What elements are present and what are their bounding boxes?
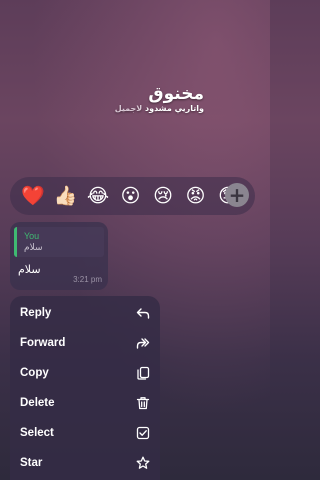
heart-icon[interactable]: ❤️	[18, 181, 48, 211]
caption-subtitle-faint: لاجميل	[114, 104, 143, 113]
trash-icon	[136, 396, 150, 410]
add-reaction-button[interactable]: +	[225, 183, 249, 207]
menu-item-label: Forward	[20, 337, 66, 349]
menu-item-label: Delete	[20, 397, 55, 409]
message-text: سلام	[18, 263, 41, 276]
quote-text: سلام	[24, 243, 43, 253]
crying-face-icon[interactable]: 😢	[148, 181, 178, 211]
thumbs-up-icon[interactable]: 👍🏻	[51, 181, 81, 211]
copy-icon	[136, 366, 150, 380]
menu-item-label: Star	[20, 457, 43, 469]
menu-item-delete[interactable]: Delete	[10, 388, 160, 418]
surprised-face-icon[interactable]: 😮	[116, 181, 146, 211]
quoted-message[interactable]: You سلام	[14, 227, 104, 257]
context-menu: Reply Forward Copy Delete Select Star	[10, 296, 160, 480]
laughing-tears-icon[interactable]: 😂	[83, 181, 113, 211]
reaction-bar: ❤️ 👍🏻 😂 😮 😢 😡 😓	[10, 177, 255, 215]
menu-item-select[interactable]: Select	[10, 418, 160, 448]
menu-item-forward[interactable]: Forward	[10, 328, 160, 358]
forward-icon	[136, 336, 150, 350]
menu-item-star[interactable]: Star	[10, 448, 160, 478]
caption-title: مخنوق	[148, 84, 204, 104]
message-timestamp: 3:21 pm	[73, 275, 102, 284]
caption-subtitle: واتاريي مشدود لاجميل	[115, 104, 204, 114]
menu-item-copy[interactable]: Copy	[10, 358, 160, 388]
menu-item-label: Select	[20, 427, 54, 439]
checkbox-icon	[136, 426, 150, 440]
angry-face-icon[interactable]: 😡	[181, 181, 211, 211]
plus-icon: +	[228, 183, 246, 207]
quote-author: You	[24, 231, 40, 241]
menu-item-label: Copy	[20, 367, 49, 379]
status-caption: مخنوق واتاريي مشدود لاجميل	[115, 84, 204, 114]
menu-item-label: Reply	[20, 307, 52, 319]
star-icon	[136, 456, 150, 470]
menu-item-reply[interactable]: Reply	[10, 298, 160, 328]
reply-icon	[136, 306, 150, 320]
message-bubble[interactable]: You سلام سلام 3:21 pm	[10, 222, 108, 290]
caption-subtitle-main: واتاريي مشدود	[144, 104, 204, 113]
